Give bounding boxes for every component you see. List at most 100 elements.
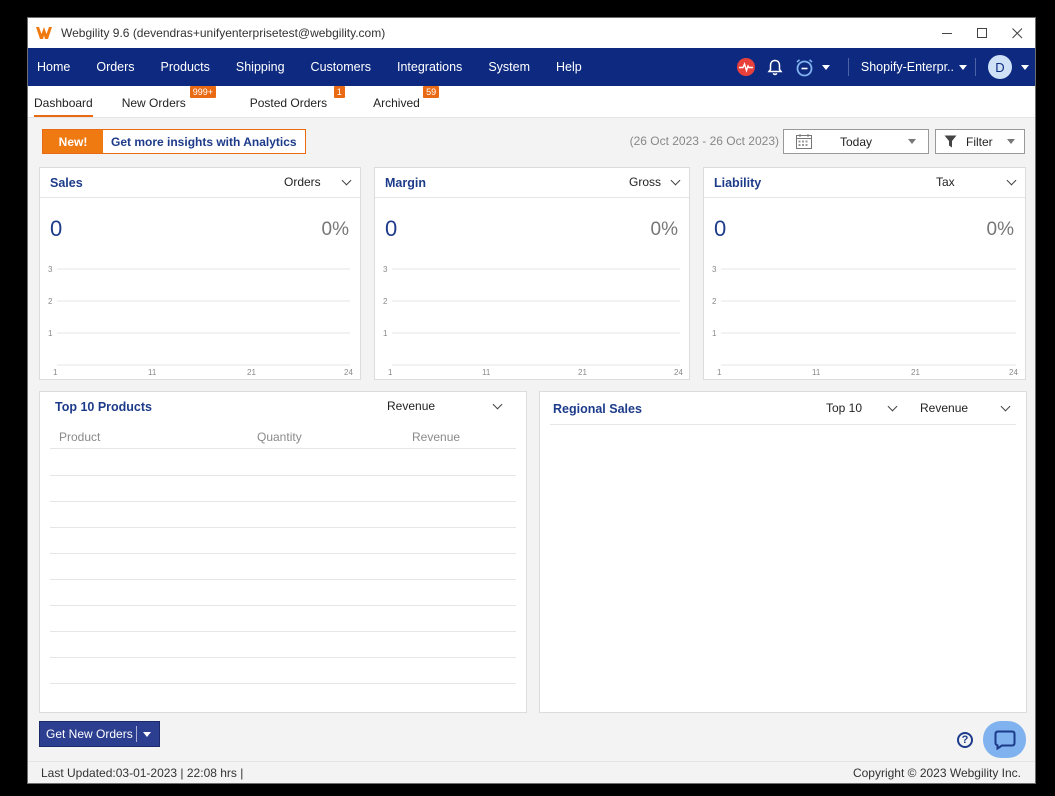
tab-new-orders-label: New Orders [121,96,186,110]
x-tick: 21 [578,368,587,377]
alarm-clock-icon[interactable] [795,58,814,77]
y-tick: 1 [48,329,53,338]
y-tick: 1 [383,329,388,338]
table-row [50,605,516,606]
posted-orders-badge: 1 [333,86,345,98]
app-window: Webgility 9.6 (devendras+unifyenterprise… [27,17,1036,784]
promo-text: Get more insights with Analytics [111,134,297,149]
avatar[interactable]: D [988,55,1012,79]
liability-value: 0 [714,216,727,241]
x-tick: 21 [247,368,256,377]
regional-count-value: Top 10 [826,401,863,415]
tab-posted-orders[interactable]: Posted Orders 1 [249,86,345,117]
liability-mini-chart: 3 2 1 1 11 21 24 [712,265,1018,377]
date-range-select[interactable]: Today [783,129,929,154]
nav-system[interactable]: System [479,60,530,74]
new-orders-badge: 999+ [189,86,216,98]
filter-funnel-icon [944,135,957,148]
nav-orders[interactable]: Orders [87,60,134,74]
regional-sales-title: Regional Sales [553,402,642,416]
x-tick: 1 [388,368,393,377]
get-new-orders-divider [135,726,137,742]
margin-mini-chart: 3 2 1 1 11 21 24 [383,265,683,377]
x-tick: 11 [148,368,157,377]
close-icon[interactable] [1000,18,1035,48]
y-tick: 2 [48,297,53,306]
get-new-orders-caret-icon[interactable] [142,731,151,737]
col-revenue: Revenue [412,430,461,444]
x-tick: 24 [674,368,683,377]
bell-icon[interactable] [767,59,783,76]
top-products-metric-select[interactable]: Revenue [387,399,505,417]
liability-metric-select[interactable]: Tax [936,175,1020,193]
nav-divider-2 [975,58,976,76]
x-tick: 11 [812,368,821,377]
sales-card-title: Sales [50,176,83,190]
nav-home[interactable]: Home [28,60,70,74]
activity-pulse-icon[interactable] [736,58,755,76]
liability-card: Liability Tax 0 0% 3 2 1 1 11 21 24 [703,167,1026,380]
regional-count-chevron-icon [887,401,898,412]
col-quantity: Quantity [257,430,302,444]
margin-metric-select[interactable]: Gross [629,175,685,193]
tab-archived-label: Archived [373,96,420,110]
sales-mini-chart: 3 2 1 1 11 21 24 [48,265,353,377]
store-selector[interactable]: Shopify-Enterpr.. [861,60,967,74]
sales-card: Sales Orders 0 0% 3 2 1 1 11 21 24 [39,167,361,380]
sales-value: 0 [50,216,63,241]
last-updated-text: Last Updated:03-01-2023 | 22:08 hrs | [41,766,244,780]
nav-help[interactable]: Help [547,60,582,74]
calendar-icon [796,134,812,149]
x-tick: 24 [344,368,353,377]
chat-launcher-button[interactable] [983,721,1026,758]
tab-posted-orders-label: Posted Orders [249,96,328,110]
nav-customers[interactable]: Customers [302,60,371,74]
get-new-orders-button[interactable]: Get New Orders [39,721,160,747]
promo-new-tag: New! [43,130,103,153]
filter-caret-icon [1007,139,1015,144]
table-row [50,501,516,502]
margin-percent: 0% [650,219,678,240]
title-bar: Webgility 9.6 (devendras+unifyenterprise… [28,18,1035,48]
table-row [50,553,516,554]
y-tick: 2 [712,297,717,306]
margin-card-title: Margin [385,176,426,190]
sales-metric-value: Orders [284,175,321,189]
store-caret-icon [959,64,967,70]
regional-count-select[interactable]: Top 10 [826,401,904,419]
y-tick: 2 [383,297,388,306]
filter-button[interactable]: Filter [935,129,1025,154]
analytics-promo-banner[interactable]: New! Get more insights with Analytics [42,129,306,154]
nav-products[interactable]: Products [152,60,210,74]
y-tick: 3 [712,265,717,274]
get-new-orders-label: Get New Orders [46,727,133,741]
maximize-icon[interactable] [965,18,1000,48]
main-nav: Home Orders Products Shipping Customers … [28,48,1035,86]
regional-metric-select[interactable]: Revenue [920,401,1016,419]
liability-metric-chevron-icon [1006,175,1017,186]
tab-dashboard[interactable]: Dashboard [34,96,93,117]
window-title: Webgility 9.6 (devendras+unifyenterprise… [61,26,386,40]
tab-dashboard-label: Dashboard [34,96,93,110]
date-select-caret-icon [908,139,916,144]
alarm-dropdown-caret-icon[interactable] [821,64,830,70]
table-row [50,475,516,476]
archived-badge: 59 [423,86,440,98]
nav-integrations[interactable]: Integrations [388,60,462,74]
y-tick: 1 [712,329,717,338]
copyright-text: Copyright © 2023 Webgility Inc. [852,766,1021,780]
minimize-icon[interactable] [930,18,965,48]
top-products-table-header: Product Quantity Revenue [50,422,516,449]
x-tick: 1 [53,368,58,377]
nav-shipping[interactable]: Shipping [227,60,285,74]
tab-new-orders[interactable]: New Orders 999+ [121,86,216,117]
tab-bar: Dashboard New Orders 999+ Posted Orders … [28,86,1035,118]
y-tick: 3 [48,265,53,274]
table-row [50,631,516,632]
help-question-icon[interactable]: ? [957,732,973,748]
x-tick: 21 [911,368,920,377]
sales-metric-select[interactable]: Orders [284,175,354,193]
tab-archived[interactable]: Archived 59 [373,86,440,117]
avatar-caret-icon[interactable] [1021,64,1029,70]
filter-label: Filter [966,134,993,149]
